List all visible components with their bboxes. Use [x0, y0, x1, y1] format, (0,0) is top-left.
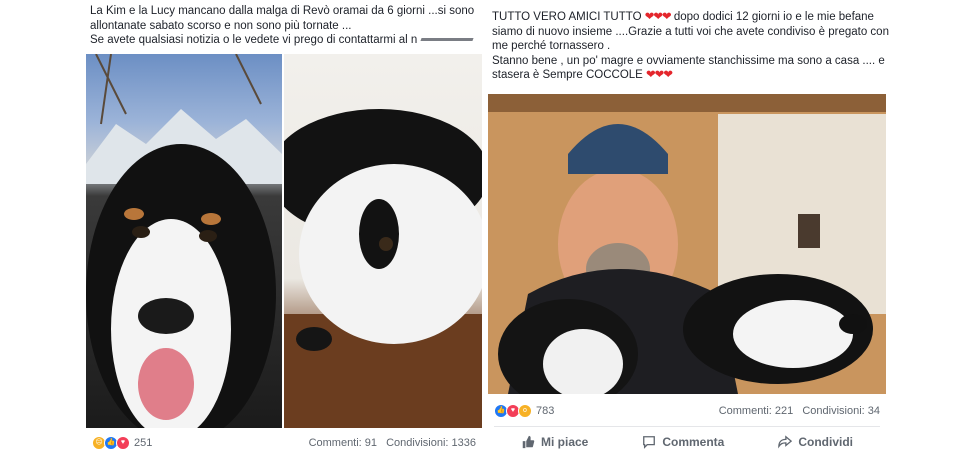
love-reaction-icon: ♥ — [116, 436, 130, 450]
post-stats: Commenti: 221 Condivisioni: 34 — [719, 405, 880, 417]
post-missing-dogs: La Kim e la Lucy mancano dalla malga di … — [84, 0, 486, 450]
shares-count[interactable]: Condivisioni: 1336 — [386, 437, 476, 449]
post-text-line: me perché tornassero . — [492, 40, 611, 52]
post-text-line: stasera è Sempre COCCOLE ❤❤❤ — [492, 68, 887, 83]
like-button[interactable]: Mi piace — [521, 435, 588, 449]
post-text-line: La Kim e la Lucy mancano dalla malga di … — [90, 5, 475, 17]
like-label: Mi piace — [540, 435, 589, 449]
comments-count[interactable]: Commenti: 91 — [309, 437, 377, 449]
divider — [494, 426, 880, 427]
comment-icon — [643, 436, 656, 449]
thumbs-up-icon — [522, 435, 535, 449]
post-text-segment: TUTTO VERO AMICI TUTTO — [492, 11, 642, 23]
dog-kim-illustration — [86, 54, 282, 428]
photo-dog-lucy[interactable] — [284, 54, 482, 428]
photo-dog-kim[interactable] — [86, 54, 282, 428]
post-text-segment: Se avete qualsiasi notizia o le vedete v… — [90, 34, 418, 46]
reactions-count: 783 — [536, 405, 555, 417]
reactions-summary[interactable]: ☹ 👍 ♥ 251 — [92, 436, 152, 450]
post-text-line: TUTTO VERO AMICI TUTTO ❤❤❤ dopo dodici 1… — [492, 10, 887, 25]
post-stats: Commenti: 91 Condivisioni: 1336 — [309, 437, 476, 449]
wow-reaction-icon: o — [518, 404, 532, 418]
post-text-line: siamo di nuovo insieme ....Grazie a tutt… — [492, 25, 889, 38]
post-text: La Kim e la Lucy mancano dalla malga di … — [90, 4, 476, 48]
share-icon — [778, 435, 793, 449]
post-text: TUTTO VERO AMICI TUTTO ❤❤❤ dopo dodici 1… — [492, 10, 889, 83]
reactions-summary[interactable]: 👍 ♥ o 783 — [494, 404, 554, 418]
post-text-line: Stanno bene , un po' magre e ovviamente … — [492, 54, 885, 67]
reactions-count: 251 — [134, 437, 153, 449]
comment-button[interactable]: Commenta — [642, 435, 724, 449]
shares-count[interactable]: Condivisioni: 34 — [802, 405, 880, 417]
post-dogs-found: TUTTO VERO AMICI TUTTO ❤❤❤ dopo dodici 1… — [486, 0, 896, 450]
post-text-segment: stasera è Sempre COCCOLE — [492, 69, 643, 81]
share-button[interactable]: Condividi — [778, 435, 853, 449]
post-text-line: Se avete qualsiasi notizia o le vedete v… — [90, 33, 476, 48]
heart-emoji-icons: ❤❤❤ — [644, 11, 672, 23]
share-label: Condividi — [798, 435, 853, 449]
post-text-segment: dopo dodici 12 giorni io e le mie befane — [673, 11, 874, 23]
comment-label: Commenta — [662, 435, 725, 449]
post-actions-bar: Mi piace Commenta Condividi — [494, 435, 880, 449]
heart-emoji-icons: ❤❤❤ — [646, 69, 673, 81]
dog-lucy-illustration — [284, 109, 482, 428]
photo-selfie-with-dogs[interactable] — [488, 94, 886, 394]
comments-count[interactable]: Commenti: 221 — [719, 405, 794, 417]
redacted-phone — [420, 38, 474, 42]
post-text-line: allontanate sabato scorso e non sono più… — [90, 19, 352, 32]
selfie-illustration — [488, 94, 886, 394]
